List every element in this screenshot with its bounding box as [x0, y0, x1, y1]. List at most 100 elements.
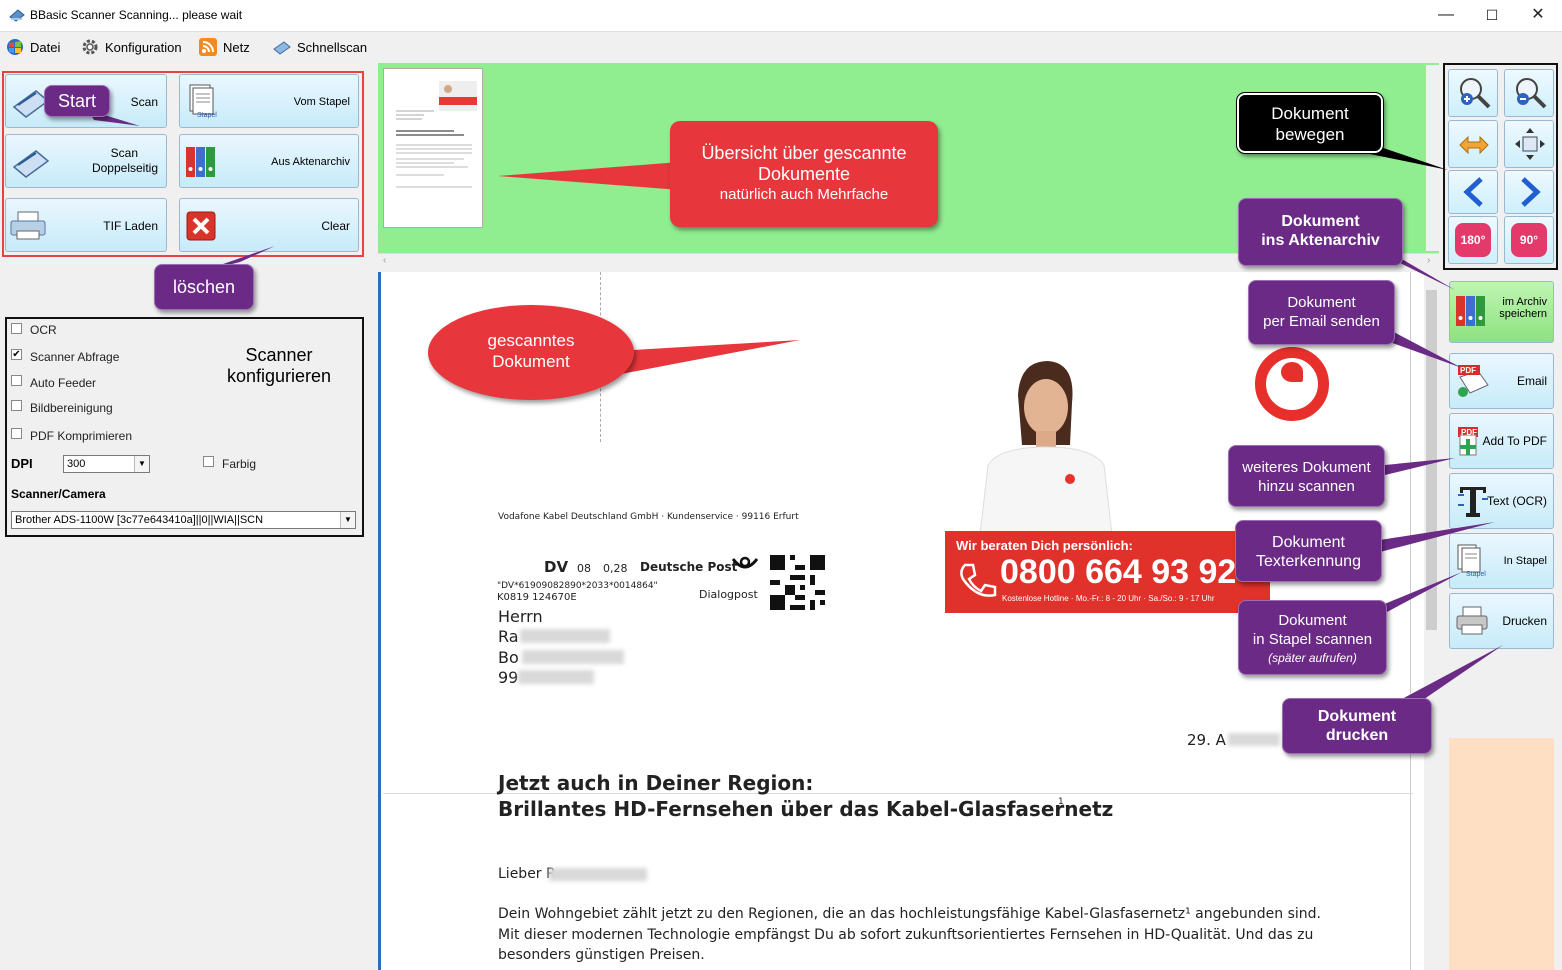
- dv-price: 0,28: [603, 562, 628, 575]
- archiv-speichern-button[interactable]: im Archiv speichern: [1449, 281, 1554, 343]
- callout-line: Dokument: [1271, 104, 1349, 123]
- in-stapel-label: In Stapel: [1503, 555, 1547, 567]
- email-button[interactable]: PDF Email: [1449, 353, 1554, 409]
- callout-line: bewegen: [1275, 125, 1345, 144]
- menu-netz[interactable]: Netz: [199, 37, 250, 57]
- fit-width-button[interactable]: [1448, 120, 1498, 168]
- bildbereinigung-checkbox[interactable]: [11, 400, 22, 411]
- body-line-2: Mit dieser modernen Technologie empfängs…: [498, 927, 1314, 943]
- menu-datei[interactable]: Datei: [6, 37, 60, 57]
- farbig-checkbox[interactable]: [203, 456, 214, 467]
- menu-label: Schnellscan: [297, 39, 368, 55]
- callout-dokument-bewegen: Dokument bewegen: [1236, 92, 1384, 154]
- clear-button[interactable]: Clear: [179, 198, 359, 252]
- body-line-1: Dein Wohngebiet zählt jetzt zu den Regio…: [498, 906, 1321, 922]
- scanner-abfrage-label: Scanner Abfrage: [30, 350, 120, 364]
- callout-line: Dokument: [1272, 534, 1345, 551]
- phone-icon: [957, 561, 997, 604]
- thumb-vscroll[interactable]: [1426, 65, 1439, 251]
- pdf-icon-text: PDF: [1460, 366, 1476, 375]
- promo-number: 0800 664 93 92: [1000, 553, 1237, 591]
- fit-page-button[interactable]: [1504, 120, 1554, 168]
- pdf-komprimieren-checkbox[interactable]: [11, 428, 22, 439]
- callout-line: drucken: [1325, 727, 1389, 744]
- maximize-button[interactable]: ☐: [1469, 0, 1515, 32]
- callout-start: Start: [44, 85, 110, 117]
- previous-button[interactable]: [1448, 170, 1498, 214]
- dv-label: DV: [544, 558, 569, 576]
- dpi-select[interactable]: 300 ▼: [63, 455, 150, 473]
- page-edge: [1410, 272, 1411, 970]
- auto-feeder-checkbox[interactable]: [11, 375, 22, 386]
- callout-line: Dokument: [1317, 708, 1397, 725]
- fit-width-icon: [1458, 133, 1490, 160]
- rotate-180-icon: 180°: [1455, 223, 1491, 257]
- scan-doppelseitig-label-2: Doppelseitig: [91, 161, 158, 175]
- previous-icon: [1461, 177, 1487, 210]
- next-icon: [1517, 177, 1543, 210]
- binders-icon: [184, 145, 218, 182]
- zoom-out-icon: [1514, 76, 1548, 113]
- zoom-out-button[interactable]: [1504, 69, 1554, 117]
- scanner-abfrage-checkbox[interactable]: ✔: [11, 349, 22, 360]
- menu-label: Netz: [223, 39, 250, 55]
- farbig-label: Farbig: [222, 457, 257, 471]
- auto-feeder-label: Auto Feeder: [30, 376, 97, 390]
- rotate-90-button[interactable]: 90°: [1504, 216, 1554, 264]
- printer-icon: [10, 211, 46, 244]
- k-line: K0819 124670E: [497, 592, 577, 603]
- window-title: BBasic Scanner Scanning... please wait: [30, 8, 243, 22]
- address-name: Ra: [498, 627, 519, 646]
- menu-label: Datei: [30, 39, 61, 55]
- callout-scanner-konfigurieren: Scanner konfigurieren: [214, 345, 344, 387]
- ocr-label: Text (OCR): [1487, 494, 1547, 508]
- callout-line: weiteres Dokument: [1242, 459, 1371, 476]
- redacted-block: [518, 670, 594, 684]
- callout-line: hinzu scannen: [1258, 478, 1355, 495]
- ocr-checkbox[interactable]: [11, 323, 22, 334]
- callout-line: Dokument: [492, 352, 570, 371]
- aus-aktenarchiv-button[interactable]: Aus Aktenarchiv: [179, 134, 359, 188]
- gear-icon: [81, 38, 99, 56]
- vom-stapel-button[interactable]: Stapel Vom Stapel: [179, 74, 359, 128]
- drucken-label: Drucken: [1502, 614, 1547, 628]
- scroll-right-icon[interactable]: ›: [1427, 255, 1430, 266]
- callout-line: Scanner: [245, 345, 313, 365]
- menu-label: Konfiguration: [105, 39, 182, 55]
- callout-line: Übersicht über gescannte: [701, 143, 907, 163]
- in-stapel-button[interactable]: Stapel In Stapel: [1449, 533, 1554, 589]
- binders-icon: [1454, 294, 1488, 331]
- clear-label: Clear: [321, 219, 350, 233]
- add-to-pdf-button[interactable]: PDF Add To PDF: [1449, 413, 1554, 469]
- scroll-left-icon[interactable]: ‹: [383, 255, 386, 266]
- scrollbar-thumb[interactable]: [1426, 290, 1437, 630]
- callout-texterkennung: Dokument Texterkennung: [1235, 520, 1382, 582]
- document-thumbnail[interactable]: [383, 68, 483, 228]
- close-button[interactable]: ✕: [1515, 0, 1561, 32]
- callout-line: Dokument: [1287, 294, 1356, 311]
- email-label: Email: [1516, 374, 1547, 388]
- ocr-button[interactable]: Text (OCR): [1449, 473, 1554, 529]
- vertical-scrollbar[interactable]: [1424, 272, 1439, 970]
- menu-konfiguration[interactable]: Konfiguration: [81, 37, 182, 57]
- promo-head: Wir beraten Dich persönlich:: [956, 538, 1133, 553]
- drucken-button[interactable]: Drucken: [1449, 593, 1554, 649]
- scan-doppelseitig-button[interactable]: Scan Doppelseitig: [5, 134, 167, 188]
- pdf-icon-text: PDF: [1461, 428, 1477, 437]
- rotate-180-button[interactable]: 180°: [1448, 216, 1498, 264]
- callout-line: Dokument: [1281, 213, 1360, 230]
- zoom-in-button[interactable]: [1448, 69, 1498, 117]
- stapel-icon-text: Stapel: [1466, 571, 1486, 578]
- scanner-camera-label: Scanner/Camera: [11, 487, 106, 501]
- dv-number: 08: [577, 562, 591, 575]
- salutation: Herrn: [498, 607, 543, 626]
- minimize-button[interactable]: —: [1423, 0, 1469, 32]
- tif-laden-button[interactable]: TIF Laden: [5, 198, 167, 252]
- menu-schnellscan[interactable]: Schnellscan: [273, 37, 367, 57]
- callout-drucken: Dokument drucken: [1282, 698, 1432, 754]
- scanner-select[interactable]: Brother ADS-1100W [3c77e643410a]||0||WIA…: [11, 511, 356, 529]
- address-street: Bo: [498, 648, 519, 667]
- letter-date: 29. A: [1187, 731, 1226, 749]
- next-button[interactable]: [1504, 170, 1554, 214]
- promo-banner: Wir beraten Dich persönlich: 0800 664 93…: [945, 531, 1270, 613]
